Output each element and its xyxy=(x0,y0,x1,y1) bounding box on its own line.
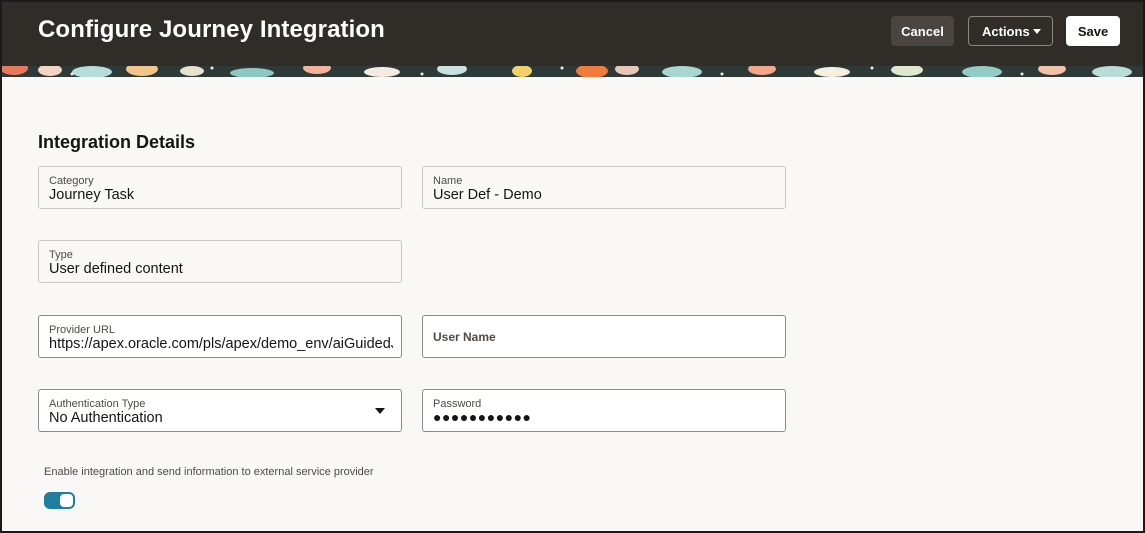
actions-button-label: Actions xyxy=(982,23,1030,39)
name-field: Name User Def - Demo xyxy=(422,166,786,209)
actions-menu-button[interactable]: Actions xyxy=(968,16,1053,46)
user-name-field[interactable]: User Name xyxy=(422,315,786,358)
authentication-type-value: No Authentication xyxy=(49,410,163,426)
password-value: ●●●●●●●●●●● xyxy=(433,409,532,425)
enable-integration-toggle[interactable] xyxy=(44,492,75,509)
type-value: User defined content xyxy=(49,261,183,277)
authentication-type-select[interactable]: Authentication Type No Authentication xyxy=(38,389,402,432)
password-field[interactable]: Password ●●●●●●●●●●● xyxy=(422,389,786,432)
provider-url-label: Provider URL xyxy=(49,324,116,336)
type-label: Type xyxy=(49,249,73,261)
category-value: Journey Task xyxy=(49,187,135,203)
name-label: Name xyxy=(433,175,463,187)
chevron-down-icon xyxy=(375,408,385,414)
page-header: Configure Journey Integration Cancel Act… xyxy=(2,2,1143,66)
provider-url-value: https://apex.oracle.com/pls/apex/demo_en… xyxy=(49,336,393,352)
type-field: Type User defined content xyxy=(38,240,402,283)
chevron-down-icon xyxy=(1033,29,1041,34)
toggle-knob xyxy=(60,494,73,507)
cancel-button-label: Cancel xyxy=(901,23,944,39)
category-label: Category xyxy=(49,175,94,187)
name-value: User Def - Demo xyxy=(433,187,542,203)
enable-integration-label: Enable integration and send information … xyxy=(44,466,374,478)
category-field: Category Journey Task xyxy=(38,166,402,209)
app-window: Configure Journey Integration Cancel Act… xyxy=(0,0,1145,533)
authentication-type-label: Authentication Type xyxy=(49,398,146,410)
page-title: Configure Journey Integration xyxy=(38,16,385,43)
user-name-label: User Name xyxy=(433,330,496,344)
save-button-label: Save xyxy=(1077,23,1109,39)
cancel-button[interactable]: Cancel xyxy=(891,16,954,46)
provider-url-field[interactable]: Provider URL https://apex.oracle.com/pls… xyxy=(38,315,402,358)
save-button[interactable]: Save xyxy=(1066,16,1120,46)
decorative-banner xyxy=(2,66,1143,77)
section-title: Integration Details xyxy=(38,132,196,152)
